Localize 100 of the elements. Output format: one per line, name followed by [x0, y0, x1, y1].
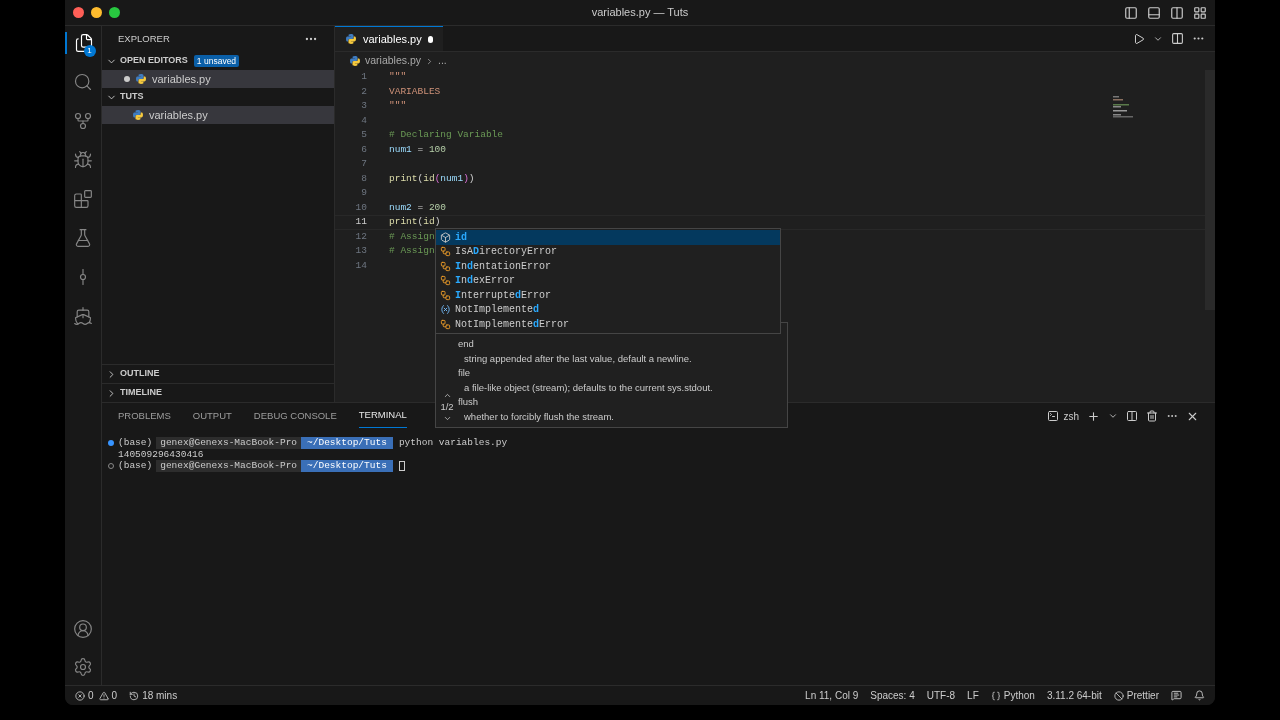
line-number: 3 — [360, 99, 367, 114]
braces-icon[interactable] — [990, 690, 1001, 701]
section-title[interactable]: TUTS — [120, 90, 144, 104]
account-icon[interactable] — [73, 619, 93, 639]
breadcrumb-item[interactable]: variables.py — [365, 53, 422, 69]
suggestion-label[interactable]: InterruptedError — [455, 287, 552, 303]
suggestion-label[interactable]: id — [455, 229, 467, 245]
line-number: 5 — [360, 128, 367, 143]
python-icon — [349, 55, 361, 67]
suggestion-item[interactable]: IndexError — [436, 273, 780, 288]
sidebar-toggle-icon[interactable] — [1124, 5, 1138, 20]
host-segment: genex@Genexs-MacBook-Pro — [156, 460, 302, 472]
code-line: """ — [389, 99, 407, 114]
blocks-icon[interactable] — [73, 189, 93, 209]
file-item[interactable]: variables.py — [102, 106, 334, 124]
line-ending[interactable]: LF — [967, 688, 979, 703]
suggestion-item[interactable]: IsADirectoryError — [436, 244, 780, 259]
editor-tab[interactable]: variables.py — [335, 26, 443, 51]
parameter-doc: whether to forcibly flush the stream. — [463, 409, 615, 423]
error-count[interactable]: 0 — [88, 688, 94, 703]
feedback-icon[interactable] — [1171, 690, 1182, 701]
new-terminal-icon[interactable] — [1087, 409, 1100, 423]
line-number: 14 — [354, 258, 367, 273]
trash-icon[interactable] — [1146, 410, 1158, 422]
cursor — [398, 460, 405, 471]
warning-icon[interactable] — [98, 690, 109, 701]
warning-count[interactable]: 0 — [111, 688, 118, 703]
suggestion-item[interactable]: id — [436, 230, 780, 245]
section-title[interactable]: OPEN EDITORS — [120, 54, 188, 68]
suggestion-label[interactable]: IndexError — [455, 273, 516, 289]
suggestion-label[interactable]: IsADirectoryError — [455, 244, 558, 260]
encoding[interactable]: UTF-8 — [926, 688, 956, 703]
suggestion-item[interactable]: NotImplemented — [436, 302, 780, 317]
line-number: 9 — [360, 186, 367, 201]
panel-tab[interactable]: OUTPUT — [192, 404, 232, 428]
panel-tab[interactable]: TERMINAL — [358, 404, 407, 428]
shell-label[interactable]: zsh — [1063, 408, 1079, 424]
terminal-icon[interactable] — [1047, 410, 1060, 422]
time-indicator[interactable]: 18 mins — [142, 688, 178, 703]
parameter-name: end — [458, 337, 475, 351]
parameter-doc: a file-like object (stream); defaults to the current sys.stdout. — [463, 380, 713, 394]
nodes-icon — [440, 318, 451, 330]
panel-tab[interactable]: DEBUG CONSOLE — [253, 404, 337, 428]
nodes-icon — [440, 246, 451, 258]
code-line: num1 = 100 — [389, 142, 447, 157]
split-editor-icon[interactable] — [1171, 32, 1184, 45]
settings-icon[interactable] — [73, 657, 93, 677]
output-line: 140509296430416 — [118, 448, 205, 460]
section-title[interactable]: OUTLINE — [120, 367, 160, 381]
flask-icon[interactable] — [73, 228, 93, 248]
variable-icon — [440, 304, 451, 316]
files-icon[interactable] — [74, 33, 94, 53]
suggestion-label[interactable]: NotImplemented — [455, 302, 540, 318]
code-line: # Assign — [389, 244, 435, 259]
unsaved-badge: 1 unsaved — [193, 54, 240, 68]
parameter-name: flush — [458, 395, 480, 409]
nodes-icon — [440, 275, 451, 287]
line-number: 10 — [354, 200, 367, 215]
python-icon — [132, 109, 144, 121]
parameter-name: file — [458, 366, 472, 380]
file-item[interactable]: variables.py — [102, 70, 334, 88]
error-icon[interactable] — [75, 690, 85, 701]
panel-toggle-icon[interactable] — [1147, 5, 1161, 20]
split-terminal-icon[interactable] — [1126, 410, 1138, 422]
prohibited-icon[interactable] — [1113, 690, 1124, 701]
suggestion-item[interactable]: IndentationError — [436, 259, 780, 274]
cursor-position[interactable]: Ln 11, Col 9 — [805, 688, 859, 703]
breadcrumb-item[interactable]: ... — [438, 53, 447, 69]
run-icon[interactable] — [1133, 32, 1145, 45]
close-button[interactable] — [73, 7, 84, 18]
env-label: (base) — [118, 458, 153, 473]
code-line: print(id) — [389, 215, 441, 230]
interpreter[interactable]: 3.11.2 64-bit — [1046, 688, 1102, 703]
suggestion-label[interactable]: NotImplementedError — [455, 316, 570, 332]
panel-tab[interactable]: PROBLEMS — [118, 404, 171, 428]
notifications-icon[interactable] — [1194, 690, 1205, 701]
section-title[interactable]: TIMELINE — [120, 386, 162, 400]
line-number: 12 — [354, 229, 367, 244]
language-mode[interactable]: Python — [1003, 688, 1035, 703]
ship-icon[interactable] — [73, 306, 93, 326]
cube-icon — [440, 231, 451, 243]
code-line: VARIABLES — [389, 84, 441, 99]
bug-icon[interactable] — [73, 150, 93, 170]
code-line: # Assign — [389, 229, 435, 244]
history-icon[interactable] — [129, 690, 140, 701]
formatter[interactable]: Prettier — [1126, 688, 1159, 703]
search-icon[interactable] — [73, 72, 93, 92]
maximize-button[interactable] — [109, 7, 120, 18]
split-layout-icon[interactable] — [1170, 5, 1184, 20]
next-icon[interactable] — [442, 414, 452, 423]
path-segment: ~/Desktop/Tuts — [301, 460, 393, 472]
branch-icon[interactable] — [73, 111, 93, 131]
layout-icon[interactable] — [1193, 5, 1207, 20]
caret-icon[interactable] — [1108, 411, 1118, 421]
suggestion-label[interactable]: IndentationError — [455, 258, 552, 274]
suggestion-item[interactable]: InterruptedError — [436, 288, 780, 303]
indentation[interactable]: Spaces: 4 — [870, 688, 915, 703]
sidebar-title: EXPLORER — [118, 31, 170, 46]
minimize-button[interactable] — [91, 7, 102, 18]
suggestion-item[interactable]: NotImplementedError — [436, 317, 780, 332]
